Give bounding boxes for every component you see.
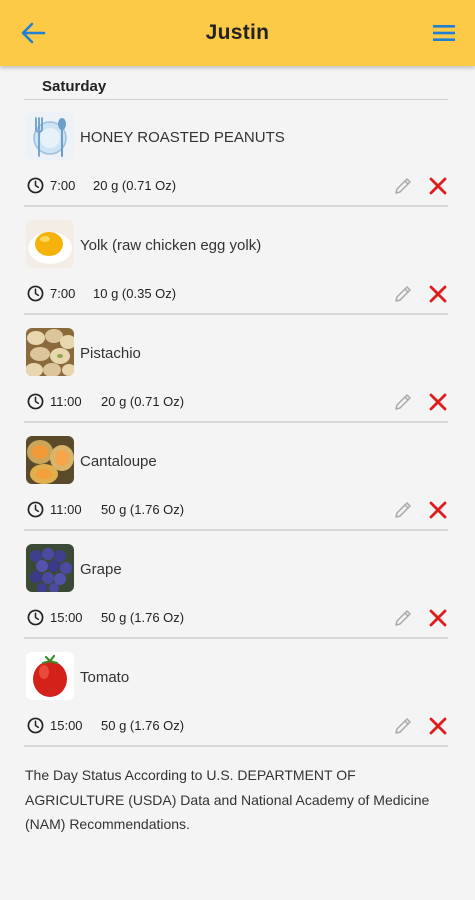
food-name: Tomato [80,669,130,686]
food-thumbnail [26,652,74,700]
food-entry[interactable]: Tomato 15:00 50 g (1.76 Oz) [24,640,454,748]
entry-amount: 20 g (0.71 Oz) [101,394,185,409]
entry-amount: 50 g (1.76 Oz) [101,502,185,517]
food-thumbnail [26,544,74,592]
delete-x-icon[interactable] [428,500,448,520]
cantaloupe-icon [26,436,74,484]
entry-amount: 50 g (1.76 Oz) [101,610,185,625]
grape-icon [26,544,74,592]
entry-time: 11:00 [50,502,82,517]
edit-pencil-icon[interactable] [393,284,413,304]
food-entry[interactable]: Pistachio 11:00 20 g (0.71 Oz) [24,316,454,424]
clock-icon [27,717,44,734]
food-name: HONEY ROASTED PEANUTS [80,129,285,146]
entry-time: 15:00 [50,718,83,733]
entry-time: 15:00 [50,610,83,625]
pistachio-icon [26,328,74,376]
divider [24,205,448,207]
entry-amount: 50 g (1.76 Oz) [101,718,185,733]
clock-icon [27,177,44,194]
divider [24,529,448,531]
edit-pencil-icon[interactable] [393,176,413,196]
food-thumbnail [26,328,74,376]
egg-yolk-icon [26,220,74,268]
delete-x-icon[interactable] [428,176,448,196]
food-thumbnail [26,220,74,268]
edit-pencil-icon[interactable] [393,716,413,736]
delete-x-icon[interactable] [428,608,448,628]
entry-time: 7:00 [50,178,76,193]
page-title: Justin [205,21,270,44]
fork-spoon-plate-icon [26,112,74,160]
food-name: Cantaloupe [80,453,157,470]
delete-x-icon[interactable] [428,392,448,412]
edit-pencil-icon[interactable] [393,608,413,628]
day-status-note: The Day Status According to U.S. DEPARTM… [25,767,430,832]
day-label: Saturday [42,78,107,95]
delete-x-icon[interactable] [428,716,448,736]
entry-time: 7:00 [50,286,76,301]
food-entry[interactable]: Cantaloupe 11:00 50 g (1.76 Oz) [24,424,454,532]
back-arrow-icon[interactable] [20,21,46,45]
edit-pencil-icon[interactable] [393,500,413,520]
hamburger-menu-icon[interactable] [431,22,457,44]
clock-icon [27,501,44,518]
delete-x-icon[interactable] [428,284,448,304]
tomato-icon [26,652,74,700]
food-thumbnail [26,112,74,160]
clock-icon [27,609,44,626]
food-name: Pistachio [80,345,141,362]
clock-icon [27,285,44,302]
divider [24,313,448,315]
divider [24,637,448,639]
divider [24,745,448,747]
food-thumbnail [26,436,74,484]
food-name: Grape [80,561,122,578]
food-entry[interactable]: Yolk (raw chicken egg yolk) 7:00 10 g (0… [24,208,454,316]
divider [24,421,448,423]
app-bar: Justin [0,0,475,66]
clock-icon [27,393,44,410]
food-name: Yolk (raw chicken egg yolk) [80,237,262,254]
entry-amount: 20 g (0.71 Oz) [93,178,177,193]
food-entry[interactable]: Grape 15:00 50 g (1.76 Oz) [24,532,454,640]
edit-pencil-icon[interactable] [393,392,413,412]
food-entry[interactable]: HONEY ROASTED PEANUTS 7:00 20 g (0.71 Oz… [24,100,454,208]
entry-time: 11:00 [50,394,82,409]
entry-amount: 10 g (0.35 Oz) [93,286,177,301]
